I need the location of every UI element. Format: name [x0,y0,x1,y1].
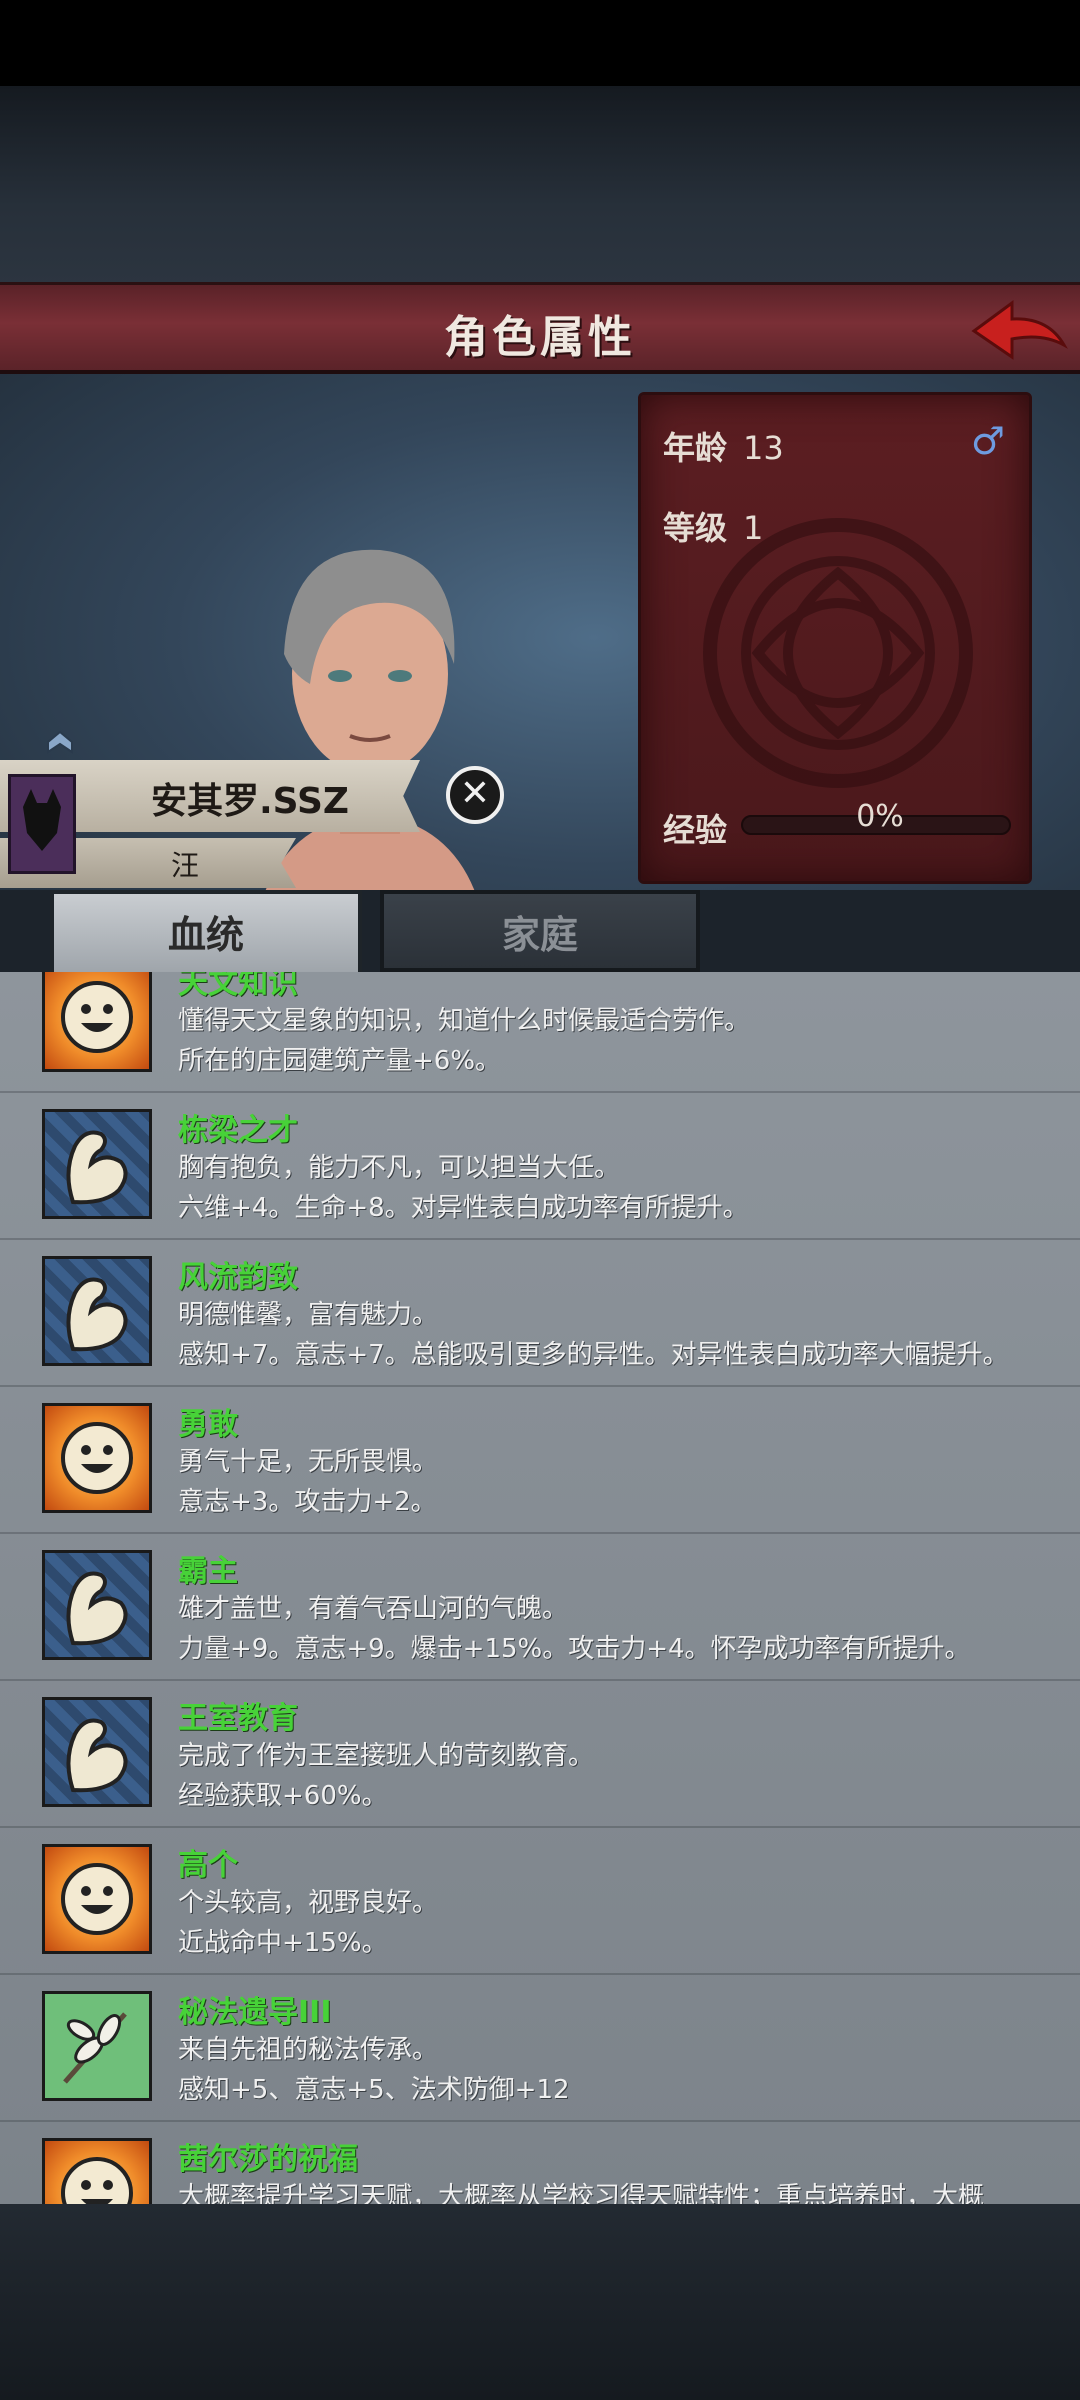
trait-row[interactable]: 勇敢勇气十足，无所畏惧。 意志+3。攻击力+2。 [0,1387,1080,1534]
tab-family[interactable]: 家庭 [380,890,700,972]
trait-effect: 力量+9。意志+9。爆击+15%。攻击力+4。怀孕成功率有所提升。 [178,1634,971,1664]
trait-description: 胸有抱负，能力不凡，可以担当大任。 [178,1153,621,1183]
level-label: 等级 [663,509,728,547]
trait-row[interactable]: 霸主雄才盖世，有着气吞山河的气魄。力量+9。意志+9。爆击+15%。攻击力+4。… [0,1534,1080,1681]
trait-row[interactable]: 天文知识懂得天文星象的知识，知道什么时候最适合劳作。 所在的庄园建筑产量+6%。 [0,972,1080,1093]
trait-description: 个头较高，视野良好。 [178,1888,439,1918]
title-bar: 角色属性 [0,282,1080,374]
trait-row[interactable]: 秘法遗导III 来自先祖的秘法传承。感知+5、意志+5、法术防御+12 [0,1975,1080,2122]
smile-icon [42,972,152,1072]
trait-name: 茜尔莎的祝福 [178,2142,358,2177]
age-value: 13 [743,429,784,467]
flexed-arm-icon [42,1256,152,1366]
trait-row[interactable]: 高个个头较高，视野良好。 近战命中+15%。 [0,1828,1080,1975]
trait-name: 栋梁之才 [178,1113,298,1148]
trait-effect: 感知+7。意志+7。总能吸引更多的异性。对异性表白成功率大幅提升。 [178,1340,1009,1370]
status-bar [0,0,1080,86]
trait-row[interactable]: 王室教育完成了作为王室接班人的苛刻教育。 经验获取+60%。 [0,1681,1080,1828]
trait-name: 高个 [178,1848,238,1883]
flexed-arm-icon [42,1109,152,1219]
trait-name: 勇敢 [178,1407,238,1442]
trait-name: 天文知识 [178,972,298,1001]
trait-effect: 所在的庄园建筑产量+6%。 [178,1046,502,1076]
trait-effect: 意志+3。攻击力+2。 [178,1487,437,1517]
character-name: 安其罗.SSZ [150,781,350,822]
trait-name: 秘法遗导III [178,1995,332,2030]
rank-chevron-icon [47,730,73,754]
back-arrow-icon [971,300,1068,360]
flexed-arm-icon [42,1697,152,1807]
male-gender-icon: ♂ [970,419,1005,463]
trait-list[interactable]: 天文知识懂得天文星象的知识，知道什么时候最适合劳作。 所在的庄园建筑产量+6%。栋… [0,972,1080,2204]
leaf-branch-icon [42,1991,152,2101]
tab-bloodline[interactable]: 血统 [50,890,362,972]
trait-name: 风流韵致 [178,1260,298,1295]
trait-effect: 六维+4。生命+8。对异性表白成功率有所提升。 [178,1193,749,1223]
trait-description: 来自先祖的秘法传承。 [178,2035,439,2065]
trait-description: 勇气十足，无所畏惧。 [178,1447,439,1477]
back-button[interactable] [968,295,1068,367]
top-backdrop [0,86,1080,286]
trait-description: 大概率提升学习天赋，大概率从学校习得天赋特性；重点培养时，大概 [178,2182,985,2204]
trait-row[interactable]: 栋梁之才胸有抱负，能力不凡，可以担当大任。六维+4。生命+8。对异性表白成功率有… [0,1093,1080,1240]
smile-icon [42,1844,152,1954]
tab-bar: 血统 家庭 [0,890,1080,972]
celtic-knot-emblem [703,518,973,788]
level-value: 1 [743,509,764,547]
smile-icon [42,2138,152,2204]
trait-effect: 经验获取+60%。 [178,1781,388,1811]
trait-effect: 感知+5、意志+5、法术防御+12 [178,2075,570,2105]
trait-description: 完成了作为王室接班人的苛刻教育。 [178,1741,595,1771]
flexed-arm-icon [42,1550,152,1660]
trait-effect: 近战命中+15%。 [178,1928,388,1958]
trait-description: 明德惟馨，富有魅力。 [178,1300,439,1330]
trait-row[interactable]: 风流韵致明德惟馨，富有魅力。感知+7。意志+7。总能吸引更多的异性。对异性表白成… [0,1240,1080,1387]
stats-panel: 年龄 13 ♂ 等级 1 经验 0% [638,392,1032,884]
exp-value: 0% [856,799,904,834]
page-title: 角色属性 [444,312,636,363]
level-stat: 等级 1 [663,503,763,549]
smile-icon [42,1403,152,1513]
trait-name: 王室教育 [178,1701,298,1736]
trait-name: 霸主 [178,1554,238,1589]
trait-description: 懂得天文星象的知识，知道什么时候最适合劳作。 [178,1006,751,1036]
wolf-crest-icon[interactable] [8,774,76,874]
age-stat: 年龄 13 [663,423,784,469]
trait-row[interactable]: 茜尔莎的祝福大概率提升学习天赋，大概率从学校习得天赋特性；重点培养时，大概 [0,2122,1080,2204]
family-name: 汪 [170,849,199,882]
trait-description: 雄才盖世，有着气吞山河的气魄。 [178,1594,569,1624]
trait-list-inner: 天文知识懂得天文星象的知识，知道什么时候最适合劳作。 所在的庄园建筑产量+6%。栋… [0,972,1080,2204]
wolf-head-icon [23,789,61,851]
close-icon[interactable]: ✕ [446,766,504,824]
bottom-backdrop [0,2204,1080,2400]
age-label: 年龄 [663,429,728,467]
